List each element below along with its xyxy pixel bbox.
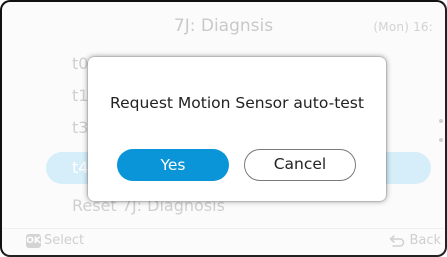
list-item-label: t4 [72, 158, 89, 177]
scroll-indicator-dot [439, 119, 443, 123]
list-item-label: t0 [72, 54, 89, 73]
ok-key-icon: OK [26, 234, 41, 248]
list-item-label: t1 [72, 86, 89, 105]
back-hint: Back [409, 233, 441, 248]
clock: (Mon) 16: [373, 20, 433, 34]
device-screen: 7J: Diagnsis (Mon) 16: t0 t1 t3 t4 Reset… [0, 0, 447, 257]
back-arrow-icon [389, 235, 405, 247]
footer-bar: OK Select Back [2, 228, 445, 255]
dialog-message: Request Motion Sensor auto-test [110, 94, 364, 112]
list-item-label: t3 [72, 118, 89, 137]
cancel-button[interactable]: Cancel [244, 149, 356, 181]
confirm-dialog: Request Motion Sensor auto-test Yes Canc… [88, 57, 386, 201]
yes-button[interactable]: Yes [117, 149, 229, 181]
header: 7J: Diagnsis (Mon) 16: [2, 2, 445, 48]
select-hint: Select [44, 233, 85, 248]
scroll-indicator-dot [439, 138, 443, 142]
